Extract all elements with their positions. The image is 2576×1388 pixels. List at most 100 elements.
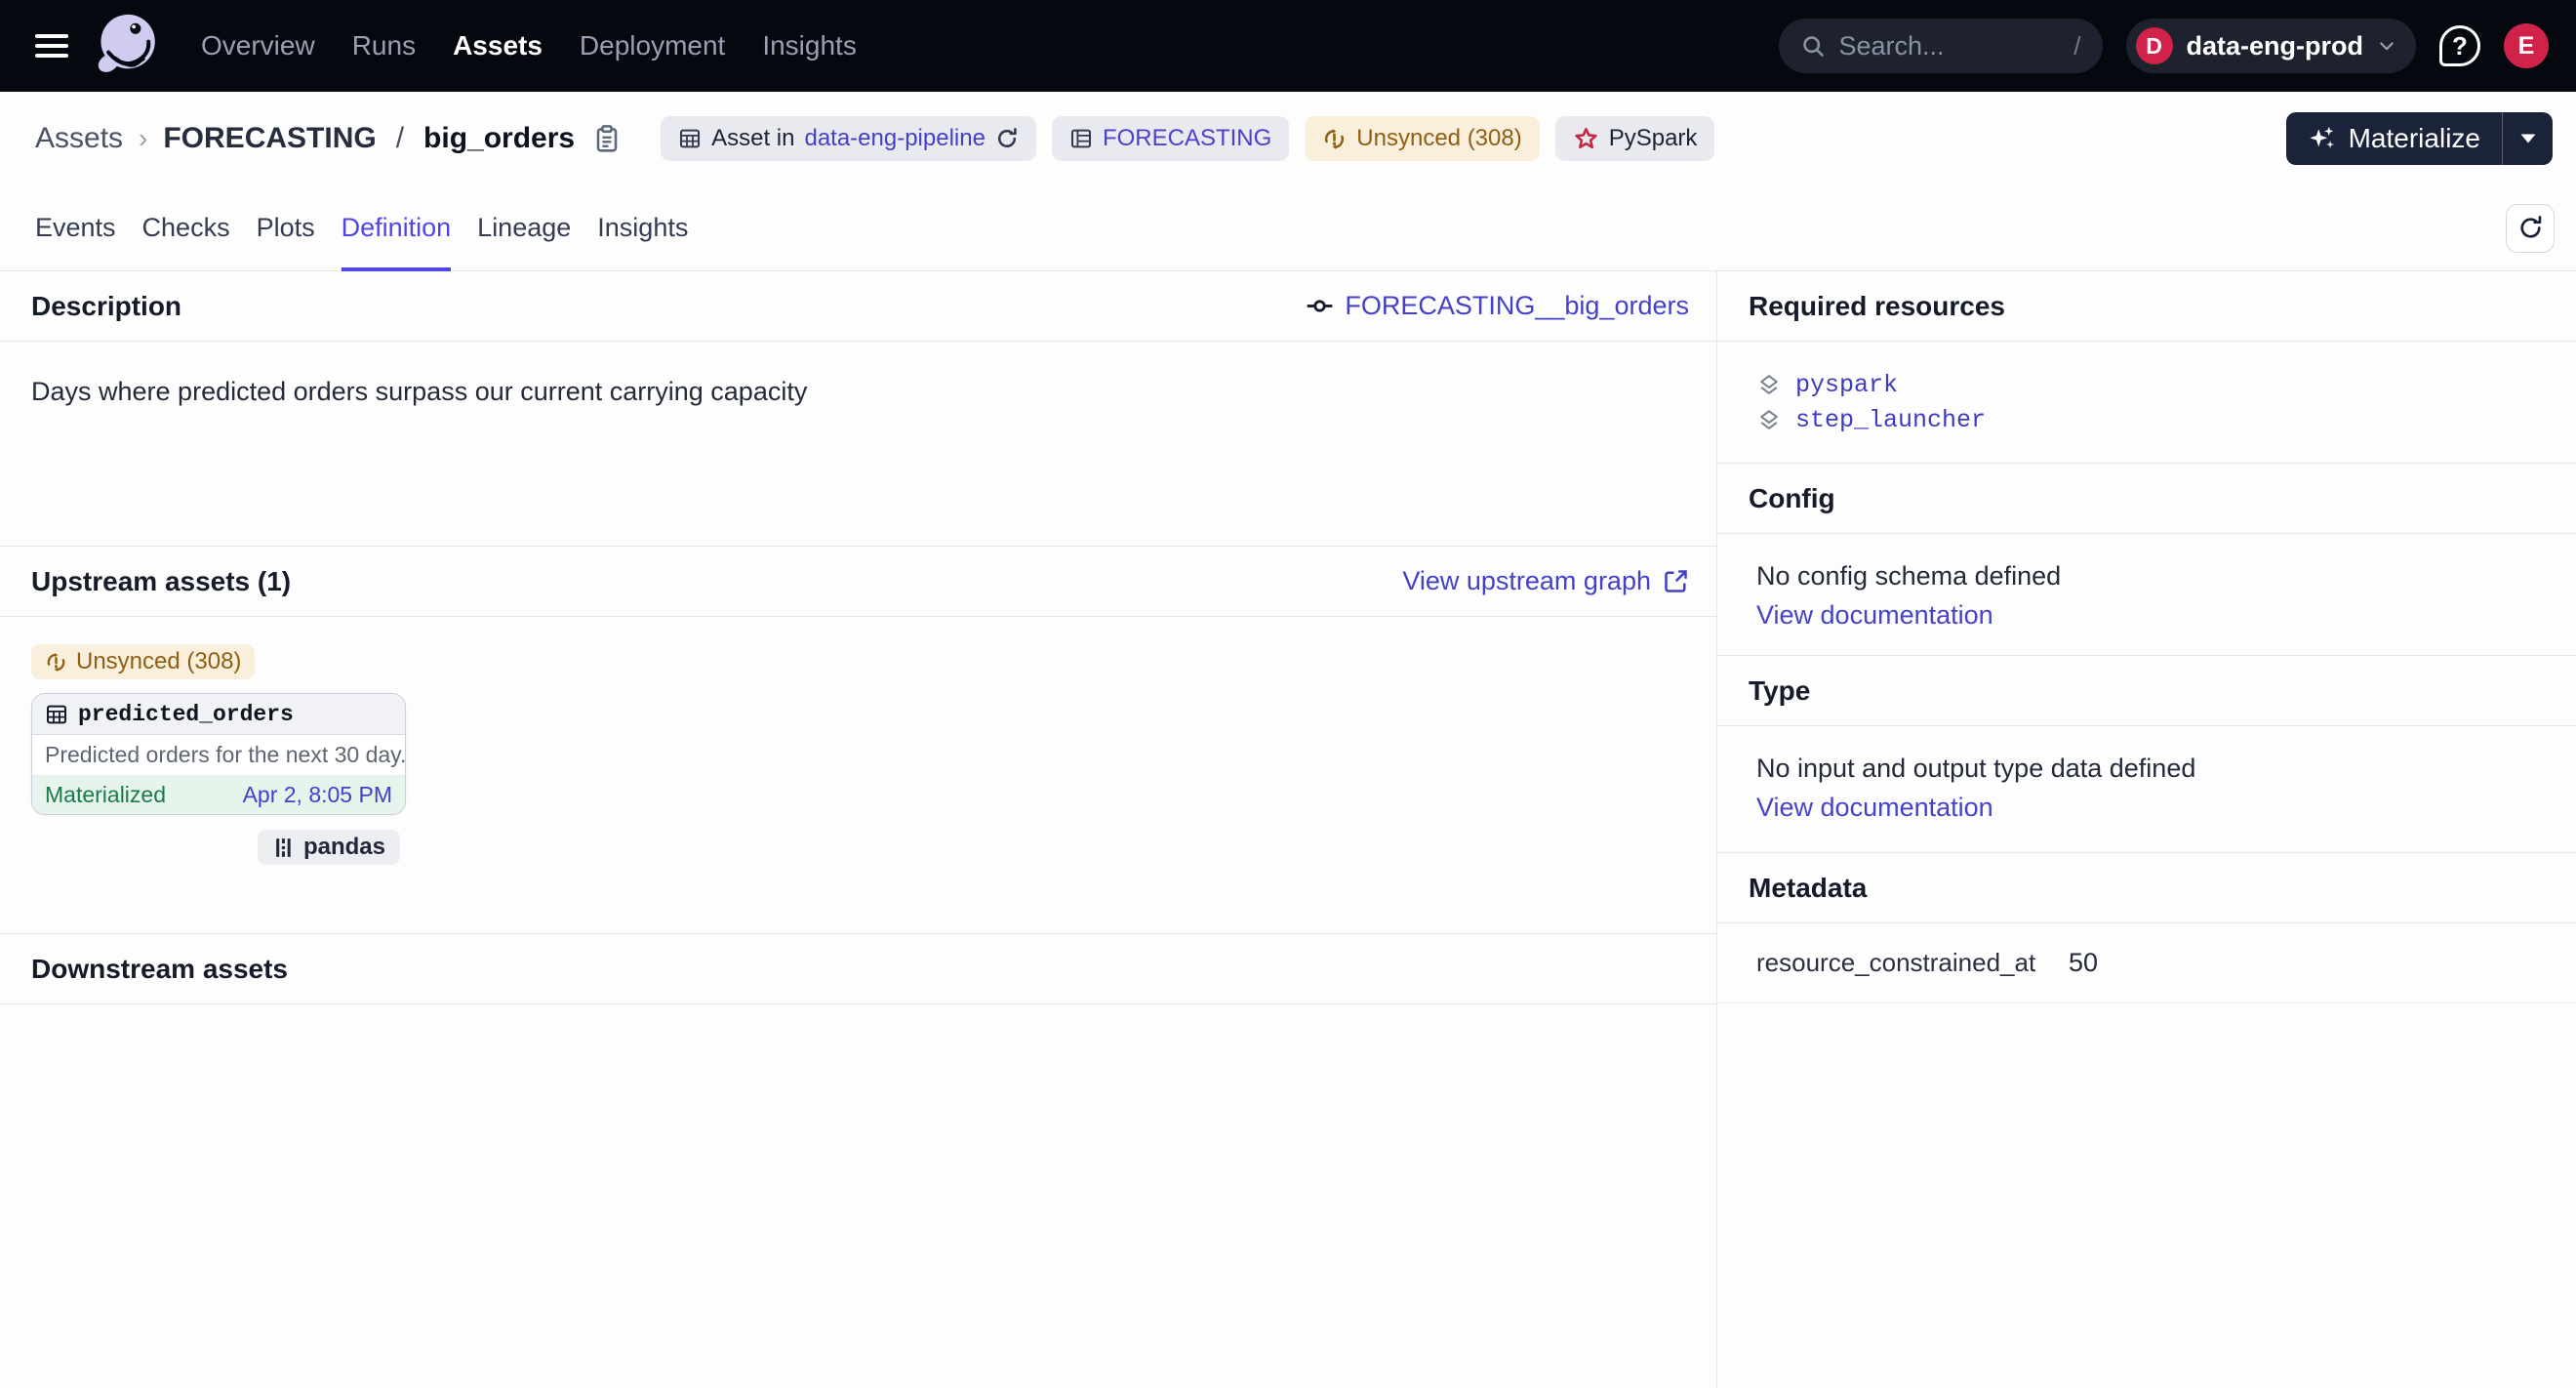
dagster-octopus-icon <box>97 10 157 82</box>
upstream-section-header: Upstream assets (1) View upstream graph <box>0 547 1716 617</box>
search-input[interactable] <box>1839 31 2061 61</box>
description-text: Days where predicted orders surpass our … <box>31 377 807 406</box>
pandas-tag[interactable]: pandas <box>258 830 400 865</box>
tag-prefix: Asset in <box>711 125 794 152</box>
pipeline-link[interactable]: data-eng-pipeline <box>804 125 985 152</box>
sync-alert-icon <box>1322 127 1347 151</box>
top-nav: Overview Runs Assets Deployment Insights… <box>0 0 2576 92</box>
asset-group-icon <box>1069 127 1093 150</box>
nav-item-overview[interactable]: Overview <box>201 30 315 61</box>
pyspark-star-icon <box>1573 126 1599 152</box>
deployment-switcher[interactable]: D data-eng-prod <box>2126 19 2417 73</box>
resource-layers-icon <box>1756 408 1782 433</box>
top-nav-left: Overview Runs Assets Deployment Insights <box>35 8 857 84</box>
materialize-dropdown-button[interactable] <box>2502 112 2553 165</box>
resource-step-launcher[interactable]: step_launcher <box>1756 406 2537 434</box>
config-body: No config schema defined View documentat… <box>1717 534 2576 656</box>
upstream-assets-body: Unsynced (308) predicted_ord <box>0 617 1716 934</box>
definition-content: Description FORECASTING__big_orders Days… <box>0 271 2576 1388</box>
nav-item-deployment[interactable]: Deployment <box>580 30 725 61</box>
table-icon <box>45 703 68 726</box>
menu-icon[interactable] <box>35 34 68 58</box>
type-empty-message: No input and output type data defined <box>1756 754 2537 784</box>
nav-item-runs[interactable]: Runs <box>352 30 416 61</box>
downstream-title: Downstream assets <box>31 954 288 985</box>
refresh-icon[interactable] <box>995 127 1019 150</box>
dagster-logo[interactable] <box>96 8 158 84</box>
definition-sidebar: Required resources pyspark step_launcher <box>1717 271 2576 1388</box>
materialized-status: Materialized <box>45 782 166 808</box>
help-icon[interactable]: ? <box>2439 25 2480 66</box>
type-section-header: Type <box>1717 656 2576 726</box>
tab-checks[interactable]: Checks <box>142 185 230 270</box>
copy-asset-key-button[interactable] <box>592 124 622 153</box>
breadcrumb-group: FORECASTING <box>163 122 376 155</box>
view-upstream-graph-link[interactable]: View upstream graph <box>1402 566 1689 596</box>
tab-definition[interactable]: Definition <box>342 185 452 270</box>
nav-item-insights[interactable]: Insights <box>762 30 857 61</box>
breadcrumb-separator: › <box>137 123 149 154</box>
breadcrumb-assets-link[interactable]: Assets <box>35 122 123 155</box>
search-icon <box>1800 33 1826 59</box>
job-link-label: FORECASTING__big_orders <box>1345 291 1689 321</box>
sync-alert-icon <box>45 651 67 674</box>
metadata-key: resource_constrained_at <box>1756 948 2069 978</box>
description-title: Description <box>31 291 181 322</box>
tag-asset-in-pipeline[interactable]: Asset in data-eng-pipeline <box>661 116 1036 161</box>
asset-tabs: Events Checks Plots Definition Lineage I… <box>35 185 688 270</box>
materialize-label: Materialize <box>2349 123 2480 154</box>
upstream-title: Upstream assets (1) <box>31 566 291 597</box>
config-view-documentation-link[interactable]: View documentation <box>1756 600 1993 631</box>
required-resources-title: Required resources <box>1749 291 2005 322</box>
materialize-button[interactable]: Materialize <box>2286 112 2502 165</box>
page-header: Assets › FORECASTING / big_orders <box>0 92 2576 185</box>
pandas-icon <box>272 837 295 859</box>
page-title: big_orders <box>423 122 575 155</box>
unsynced-label: Unsynced (308) <box>1356 125 1521 152</box>
metadata-row: resource_constrained_at 50 <box>1717 923 2576 1003</box>
metadata-value: 50 <box>2069 948 2098 978</box>
tab-plots[interactable]: Plots <box>257 185 315 270</box>
search-shortcut-hint: / <box>2073 31 2080 61</box>
nav-item-assets[interactable]: Assets <box>453 30 543 61</box>
tag-pyspark[interactable]: PySpark <box>1555 116 1715 161</box>
sparkle-icon <box>2308 124 2337 153</box>
top-nav-right: / D data-eng-prod ? E <box>1779 19 2550 73</box>
metadata-section-header: Metadata <box>1717 853 2576 923</box>
search-box[interactable]: / <box>1779 19 2103 73</box>
upstream-asset-card-wrap: predicted_orders Predicted orders for th… <box>31 693 406 865</box>
materialization-timestamp-link[interactable]: Apr 2, 8:05 PM <box>243 782 392 808</box>
asset-tabs-row: Events Checks Plots Definition Lineage I… <box>0 185 2576 271</box>
materialize-split-button: Materialize <box>2286 112 2553 165</box>
tab-insights[interactable]: Insights <box>597 185 688 270</box>
asset-card-tag-row: pandas <box>31 815 406 865</box>
resource-pyspark[interactable]: pyspark <box>1756 371 2537 399</box>
pandas-label: pandas <box>303 834 385 861</box>
downstream-section-header: Downstream assets <box>0 934 1716 1004</box>
deployment-badge: D <box>2136 27 2173 64</box>
type-view-documentation-link[interactable]: View documentation <box>1756 793 1993 823</box>
tab-lineage[interactable]: Lineage <box>477 185 571 270</box>
breadcrumb: Assets › FORECASTING / big_orders <box>35 116 1714 161</box>
required-resources-header: Required resources <box>1717 271 2576 342</box>
asset-card-footer: Materialized Apr 2, 8:05 PM <box>32 776 405 814</box>
upstream-unsynced-badge[interactable]: Unsynced (308) <box>31 644 255 679</box>
upstream-asset-card[interactable]: predicted_orders Predicted orders for th… <box>31 693 406 815</box>
description-body: Days where predicted orders surpass our … <box>0 342 1716 547</box>
refresh-button[interactable] <box>2506 204 2555 253</box>
job-link[interactable]: FORECASTING__big_orders <box>1307 291 1689 321</box>
resource-name: pyspark <box>1795 371 1898 399</box>
tab-events[interactable]: Events <box>35 185 116 270</box>
main-column: Description FORECASTING__big_orders Days… <box>0 271 1717 1388</box>
upstream-asset-name: predicted_orders <box>78 702 294 727</box>
group-link[interactable]: FORECASTING <box>1103 125 1271 152</box>
upstream-unsynced-label: Unsynced (308) <box>76 648 241 675</box>
description-section-header: Description FORECASTING__big_orders <box>0 271 1716 342</box>
caret-down-icon <box>2519 133 2537 144</box>
tag-unsynced[interactable]: Unsynced (308) <box>1305 116 1539 161</box>
user-avatar[interactable]: E <box>2504 23 2549 68</box>
tag-group-forecasting[interactable]: FORECASTING <box>1052 116 1289 161</box>
job-icon <box>1307 293 1333 319</box>
resource-layers-icon <box>1756 373 1782 398</box>
refresh-icon <box>2517 215 2544 241</box>
